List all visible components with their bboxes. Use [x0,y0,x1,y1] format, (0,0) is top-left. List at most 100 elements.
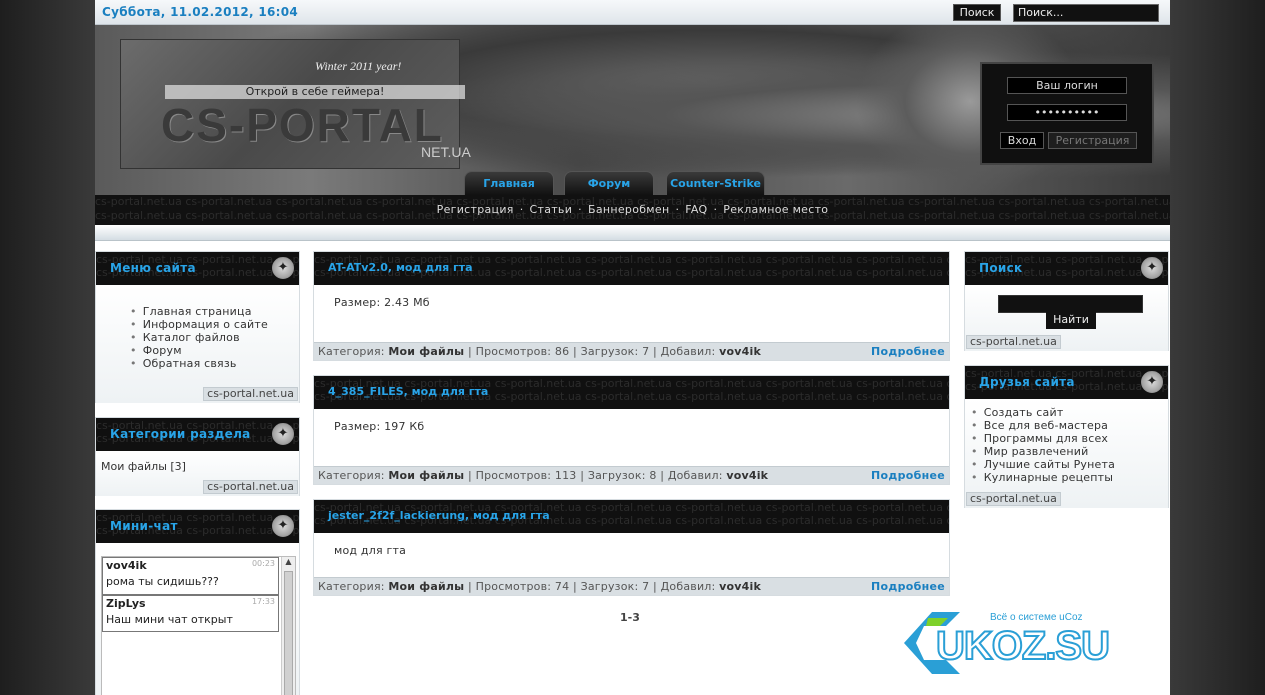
ukoz-logo: Всё о системе uCoz UKOZ.SU [900,608,1160,683]
added-by-label: Добавил: [660,345,716,358]
friend-link[interactable]: Все для веб-мастера [971,419,1115,432]
block-header: cs-portal.net.ua cs-portal.net.ua cs-por… [96,418,299,451]
block-header: cs-portal.net.ua cs-portal.net.ua cs-por… [965,252,1168,285]
entry-description: Размер: 197 Кб [334,420,425,433]
entry-category-link[interactable]: Мои файлы [388,580,464,593]
secondary-nav: cs-portal.net.ua cs-portal.net.ua cs-por… [95,195,1170,225]
category-label: Категория: [318,345,385,358]
entry-category-link[interactable]: Мои файлы [388,345,464,358]
nav-link-articles[interactable]: Статьи [530,203,573,216]
login-password-input[interactable]: •••••••••• [1007,104,1127,121]
friend-link[interactable]: Программы для всех [971,432,1115,445]
counter-strike-icon: ✦ [272,257,294,279]
friend-link[interactable]: Кулинарные рецепты [971,471,1115,484]
chat-text: рома ты сидишь??? [106,575,219,588]
nav-links: Регистрация · Статьи · Баннеробмен · FAQ · Рекла… [95,203,1170,216]
left-background [0,0,95,695]
block-title: Категории раздела [110,427,251,441]
chat-messages[interactable]: vov4ik 00:23 рома ты сидишь??? ZipLys 17… [101,556,296,695]
category-my-files[interactable]: Мои файлы [3] [101,460,186,473]
menu-item-about[interactable]: Информация о сайте [130,318,268,331]
block-header: cs-portal.net.ua cs-portal.net.ua cs-por… [96,252,299,285]
friends-block: cs-portal.net.ua cs-portal.net.ua cs-por… [964,365,1169,508]
site-menu-list: Главная страница Информация о сайте Ката… [130,305,268,370]
added-by-label: Добавил: [660,580,716,593]
chat-message: vov4ik 00:23 рома ты сидишь??? [102,557,279,595]
scroll-thumb[interactable] [284,571,293,695]
entry-footer: Категория: Мои файлы | Просмотров: 74 | … [314,577,949,595]
nav-separator: · [675,203,680,216]
file-entry: cs-portal.net.ua cs-portal.net.ua cs-por… [313,375,950,485]
entry-meta: Категория: Мои файлы | Просмотров: 113 |… [318,469,769,482]
downloads-count: 8 [649,469,657,482]
menu-item-forum[interactable]: Форум [130,344,268,357]
chat-username[interactable]: vov4ik [106,559,147,572]
downloads-label: Загрузок: [580,580,639,593]
entry-title-link[interactable]: jester_2f2f_lackierung, мод для гта [328,509,550,522]
views-count: 86 [554,345,570,358]
chat-timestamp: 17:33 [251,597,275,606]
entry-title-link[interactable]: AT-ATv2.0, мод для гта [328,261,473,274]
menu-item-feedback[interactable]: Обратная связь [130,357,268,370]
counter-strike-icon: ✦ [1141,257,1163,279]
top-search-input[interactable]: Поиск... [1013,4,1159,22]
site-logo[interactable]: Открой в себе геймера! CS-PORTAL NET.UA [120,39,471,169]
logo-winter-tagline: Winter 2011 year! [315,59,402,73]
nav-link-banner-exchange[interactable]: Баннеробмен [588,203,670,216]
categories-block: cs-portal.net.ua cs-portal.net.ua cs-por… [95,417,300,496]
block-title: Мини-чат [110,519,178,533]
block-title: Друзья сайта [979,375,1075,389]
chat-username[interactable]: ZipLys [106,597,146,610]
tab-forum[interactable]: Форум [564,171,654,195]
added-by-label: Добавил: [667,469,723,482]
entry-header: cs-portal.net.ua cs-portal.net.ua cs-por… [314,376,949,409]
pagination[interactable]: 1-3 [620,611,640,624]
search-block: cs-portal.net.ua cs-portal.net.ua cs-por… [964,251,1169,351]
register-button[interactable]: Регистрация [1048,132,1137,149]
entry-author-link[interactable]: vov4ik [719,580,761,593]
tab-home[interactable]: Главная [464,171,554,195]
entry-title-link[interactable]: 4_385_FILES, мод для гта [328,385,488,398]
header-bottom-strip [95,225,1170,241]
counter-strike-icon: ✦ [272,423,294,445]
block-footer-label: cs-portal.net.ua [203,480,298,494]
top-search-button[interactable]: Поиск [953,4,1001,21]
block-footer-label: cs-portal.net.ua [966,492,1061,506]
sidebar-search-button[interactable]: Найти [1046,311,1096,329]
entry-footer: Категория: Мои файлы | Просмотров: 113 |… [314,466,949,484]
chat-scrollbar[interactable]: ▲ [281,557,295,695]
counter-strike-icon: ✦ [1141,371,1163,393]
login-username-input[interactable]: Ваш логин [1007,77,1127,94]
entry-details-link[interactable]: Подробнее [871,345,945,358]
friend-link[interactable]: Мир развлечений [971,445,1115,458]
entry-description: мод для гта [334,544,407,557]
entry-author-link[interactable]: vov4ik [726,469,768,482]
login-button[interactable]: Вход [1000,132,1044,149]
entry-details-link[interactable]: Подробнее [871,469,945,482]
entry-header: cs-portal.net.ua cs-portal.net.ua cs-por… [314,252,949,285]
menu-item-home[interactable]: Главная страница [130,305,268,318]
page: Суббота, 11.02.2012, 16:04 Поиск Поиск..… [95,0,1170,695]
friend-link[interactable]: Лучшие сайты Рунета [971,458,1115,471]
login-form: Ваш логин •••••••••• Вход Регистрация [980,62,1154,165]
entry-meta: Категория: Мои файлы | Просмотров: 86 | … [318,345,761,358]
entry-author-link[interactable]: vov4ik [719,345,761,358]
block-footer-label: cs-portal.net.ua [203,387,298,401]
chat-text: Наш мини чат открыт [106,613,233,626]
nav-separator: · [519,203,524,216]
tab-counter-strike[interactable]: Counter-Strike [666,171,765,195]
entry-details-link[interactable]: Подробнее [871,580,945,593]
right-background [1169,0,1265,695]
nav-link-registration[interactable]: Регистрация [437,203,514,216]
nav-link-faq[interactable]: FAQ [685,203,707,216]
current-datetime: Суббота, 11.02.2012, 16:04 [102,5,299,19]
views-label: Просмотров: [475,580,552,593]
ukoz-caption: Всё о системе uCoz [990,612,1083,623]
file-entry: cs-portal.net.ua cs-portal.net.ua cs-por… [313,251,950,361]
menu-item-file-catalog[interactable]: Каталог файлов [130,331,268,344]
entry-category-link[interactable]: Мои файлы [388,469,464,482]
block-footer-label: cs-portal.net.ua [966,335,1061,349]
friend-link[interactable]: Создать сайт [971,406,1115,419]
nav-link-ad-place[interactable]: Рекламное место [723,203,828,216]
scroll-up-icon[interactable]: ▲ [282,557,295,569]
